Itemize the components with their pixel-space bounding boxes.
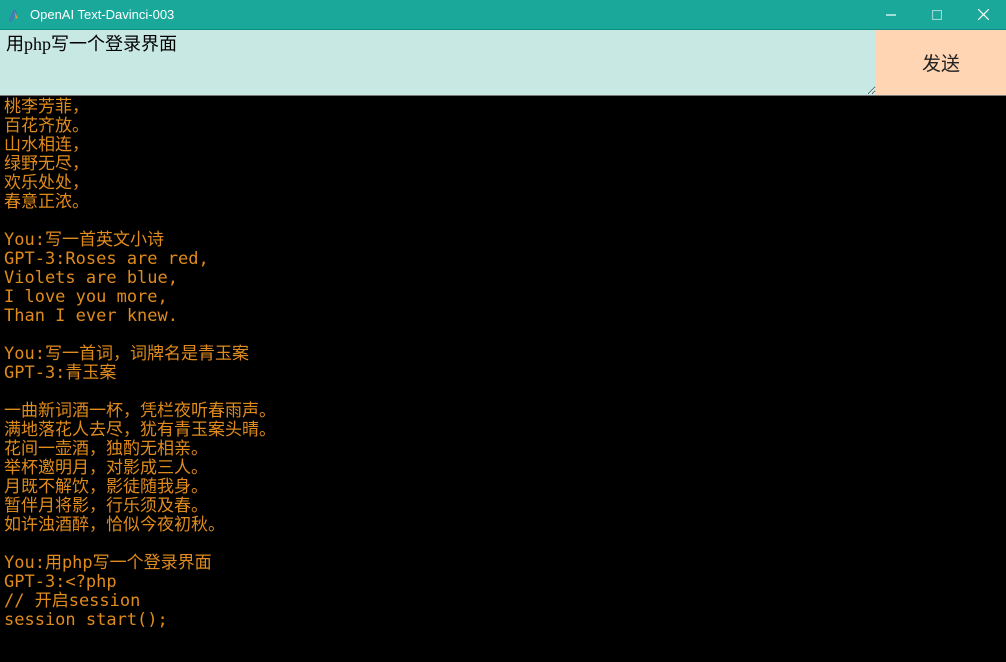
app-icon	[6, 7, 22, 23]
window-controls	[868, 0, 1006, 29]
maximize-button[interactable]	[914, 0, 960, 29]
send-button[interactable]: 发送	[876, 30, 1006, 95]
window-titlebar: OpenAI Text-Davinci-003	[0, 0, 1006, 30]
close-button[interactable]	[960, 0, 1006, 29]
window-title: OpenAI Text-Davinci-003	[30, 7, 868, 22]
minimize-button[interactable]	[868, 0, 914, 29]
conversation-output: 桃李芳菲， 百花齐放。 山水相连， 绿野无尽， 欢乐处处， 春意正浓。 You:…	[0, 96, 1006, 662]
prompt-input[interactable]	[0, 30, 876, 95]
input-row: 发送	[0, 30, 1006, 96]
